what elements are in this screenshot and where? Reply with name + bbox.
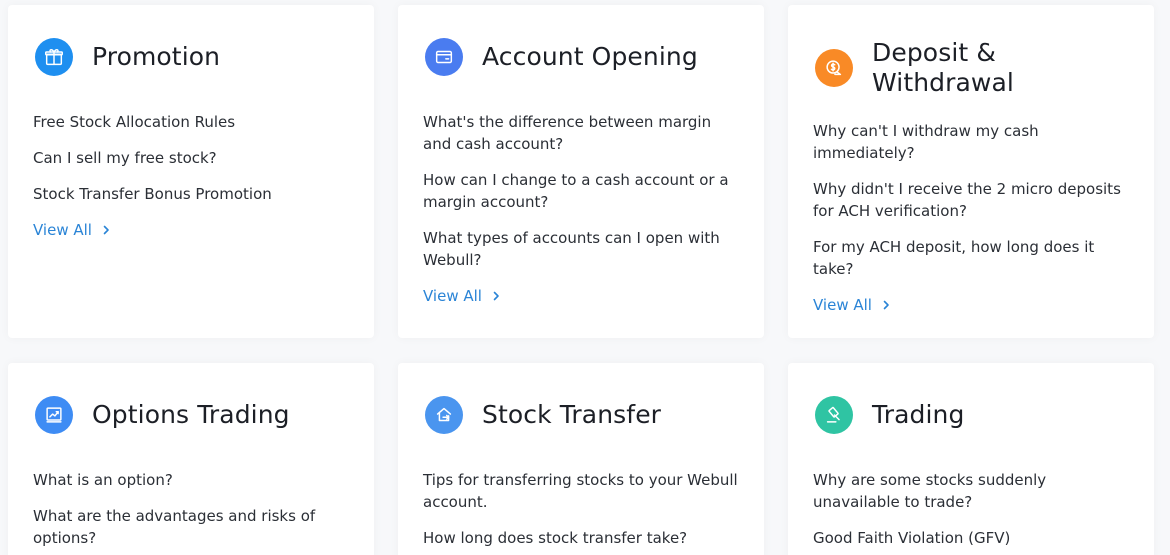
question-list: Why are some stocks suddenly unavailable…	[813, 469, 1129, 549]
gift-icon	[35, 38, 73, 76]
category-card-account-opening: Account Opening What's the difference be…	[398, 5, 764, 338]
question-list: Why can't I withdraw my cash immediately…	[813, 120, 1129, 316]
card-header: Trading	[813, 391, 1129, 439]
chart-board-icon	[35, 396, 73, 434]
card-header: Deposit & Withdrawal	[813, 35, 1129, 101]
question-link[interactable]: Can I sell my free stock?	[33, 147, 349, 169]
gavel-icon	[815, 396, 853, 434]
question-link[interactable]: What types of accounts can I open with W…	[423, 227, 739, 271]
view-all-link[interactable]: View All	[33, 219, 111, 241]
question-list: What is an option? What are the advantag…	[33, 469, 349, 549]
category-card-deposit-withdrawal: Deposit & Withdrawal Why can't I withdra…	[788, 5, 1154, 338]
card-title[interactable]: Options Trading	[92, 400, 290, 430]
question-list: What's the difference between margin and…	[423, 111, 739, 307]
transfer-house-icon	[425, 396, 463, 434]
question-link[interactable]: Why can't I withdraw my cash immediately…	[813, 120, 1129, 164]
question-link[interactable]: For my ACH deposit, how long does it tak…	[813, 236, 1129, 280]
card-title[interactable]: Account Opening	[482, 42, 698, 72]
card-header: Options Trading	[33, 391, 349, 439]
question-link[interactable]: Tips for transferring stocks to your Web…	[423, 469, 739, 513]
card-header: Stock Transfer	[423, 391, 739, 439]
question-list: Tips for transferring stocks to your Web…	[423, 469, 739, 549]
card-title[interactable]: Trading	[872, 400, 964, 430]
question-link[interactable]: What are the advantages and risks of opt…	[33, 505, 349, 549]
view-all-label: View All	[33, 221, 92, 239]
question-link[interactable]: Why are some stocks suddenly unavailable…	[813, 469, 1129, 513]
question-link[interactable]: Why didn't I receive the 2 micro deposit…	[813, 178, 1129, 222]
question-link[interactable]: How can I change to a cash account or a …	[423, 169, 739, 213]
view-all-link[interactable]: View All	[423, 285, 501, 307]
category-card-options-trading: Options Trading What is an option? What …	[8, 363, 374, 555]
category-card-trading: Trading Why are some stocks suddenly una…	[788, 363, 1154, 555]
question-link[interactable]: Free Stock Allocation Rules	[33, 111, 349, 133]
card-title[interactable]: Stock Transfer	[482, 400, 661, 430]
card-title[interactable]: Promotion	[92, 42, 220, 72]
dollar-coin-icon	[815, 49, 853, 87]
view-all-label: View All	[813, 296, 872, 314]
faq-category-grid: Promotion Free Stock Allocation Rules Ca…	[0, 0, 1170, 555]
question-link[interactable]: Good Faith Violation (GFV)	[813, 527, 1129, 549]
question-link[interactable]: What's the difference between margin and…	[423, 111, 739, 155]
chevron-right-icon	[493, 291, 499, 301]
question-link[interactable]: How long does stock transfer take?	[423, 527, 739, 549]
question-link[interactable]: What is an option?	[33, 469, 349, 491]
view-all-label: View All	[423, 287, 482, 305]
card-header: Account Opening	[423, 33, 739, 81]
question-link[interactable]: Stock Transfer Bonus Promotion	[33, 183, 349, 205]
wallet-icon	[425, 38, 463, 76]
view-all-link[interactable]: View All	[813, 294, 891, 316]
card-header: Promotion	[33, 33, 349, 81]
category-card-promotion: Promotion Free Stock Allocation Rules Ca…	[8, 5, 374, 338]
question-list: Free Stock Allocation Rules Can I sell m…	[33, 111, 349, 241]
chevron-right-icon	[103, 225, 109, 235]
category-card-stock-transfer: Stock Transfer Tips for transferring sto…	[398, 363, 764, 555]
chevron-right-icon	[883, 300, 889, 310]
card-title[interactable]: Deposit & Withdrawal	[872, 38, 1129, 98]
